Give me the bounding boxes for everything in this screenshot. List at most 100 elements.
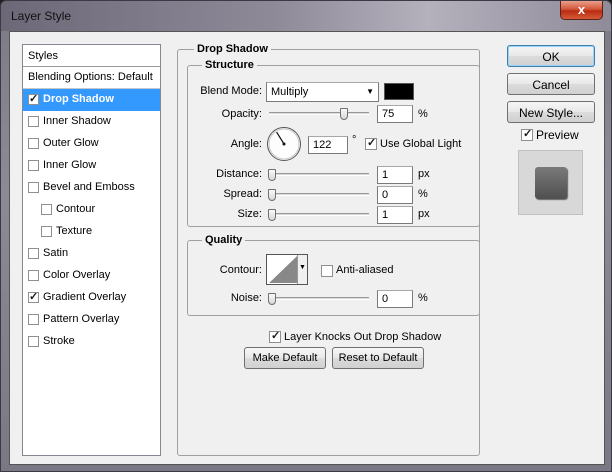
distance-slider-track[interactable] [269,173,369,176]
style-item-inner-glow[interactable]: Inner Glow [23,155,160,177]
style-item-label: Inner Glow [43,159,97,171]
style-item-label: Color Overlay [43,269,111,281]
size-field[interactable]: 1 [377,206,413,224]
styles-header[interactable]: Styles [23,45,160,67]
style-item-checkbox[interactable] [28,314,39,325]
anti-aliased-checkbox[interactable] [321,265,333,277]
make-default-button[interactable]: Make Default [244,347,326,369]
structure-title: Structure [202,59,257,71]
preview-label[interactable]: Preview [536,128,579,142]
style-item-checkbox[interactable] [41,226,52,237]
style-item-texture[interactable]: Texture [23,221,160,243]
style-item-checkbox[interactable] [28,92,39,105]
style-item-label: Pattern Overlay [43,313,120,325]
blend-mode-label: Blend Mode: [200,85,262,97]
style-item-stroke[interactable]: Stroke [23,331,160,353]
noise-unit: % [418,292,428,304]
distance-field[interactable]: 1 [377,166,413,184]
opacity-unit: % [418,108,428,120]
size-slider-thumb[interactable] [268,209,276,221]
contour-dropdown-icon[interactable]: ▼ [297,255,307,284]
preview-checkbox[interactable] [521,127,533,141]
distance-slider-thumb[interactable] [268,169,276,181]
styles-list: Styles Blending Options: Default Drop Sh… [22,44,161,456]
window-title: Layer Style [11,9,72,23]
style-item-label: Satin [43,247,69,259]
blend-mode-select[interactable]: Multiply ▼ [266,82,379,102]
preview-swatch-frame [518,150,583,215]
style-item-contour[interactable]: Contour [23,199,160,221]
spread-slider-thumb[interactable] [268,189,276,201]
blending-options-item[interactable]: Blending Options: Default [23,67,160,89]
noise-label: Noise: [230,292,262,304]
anti-aliased-label[interactable]: Anti-aliased [336,264,393,276]
style-item-checkbox[interactable] [41,204,52,215]
style-item-label: Stroke [43,335,75,347]
style-item-drop-shadow[interactable]: Drop Shadow [23,89,160,111]
spread-slider-track[interactable] [269,193,369,196]
reset-default-button[interactable]: Reset to Default [332,347,424,369]
angle-dial[interactable] [266,126,302,162]
spread-unit: % [418,188,428,200]
contour-preview-icon [269,256,297,283]
global-light-label[interactable]: Use Global Light [380,138,461,150]
style-item-checkbox[interactable] [28,336,39,347]
spread-label: Spread: [223,188,262,200]
angle-unit: ° [352,134,357,146]
noise-field[interactable]: 0 [377,290,413,308]
title-bar[interactable]: Layer Style x [1,1,611,31]
style-item-label: Contour [56,203,96,215]
opacity-label: Opacity: [221,108,262,120]
global-light-checkbox[interactable] [365,136,377,150]
style-item-outer-glow[interactable]: Outer Glow [23,133,160,155]
preview-swatch [535,167,567,199]
style-item-checkbox[interactable] [28,248,39,259]
contour-picker[interactable]: ▼ [266,254,308,285]
style-item-pattern-overlay[interactable]: Pattern Overlay [23,309,160,331]
ok-button[interactable]: OK [507,45,595,67]
knockout-checkbox[interactable] [269,329,281,343]
style-item-bevel-and-emboss[interactable]: Bevel and Emboss [23,177,160,199]
shadow-color-swatch[interactable] [384,83,414,100]
chevron-down-icon: ▼ [366,87,374,96]
noise-slider-thumb[interactable] [268,293,276,305]
angle-label: Angle: [230,138,262,150]
style-item-label: Outer Glow [43,137,99,149]
new-style-button[interactable]: New Style... [507,101,595,123]
opacity-slider-track[interactable] [269,112,369,115]
angle-field[interactable]: 122 [308,136,348,154]
blending-options-label: Blending Options: Default [28,71,153,83]
style-item-color-overlay[interactable]: Color Overlay [23,265,160,287]
style-item-inner-shadow[interactable]: Inner Shadow [23,111,160,133]
quality-title: Quality [202,234,246,246]
style-item-checkbox[interactable] [28,160,39,171]
spread-field[interactable]: 0 [377,186,413,204]
style-item-checkbox[interactable] [28,116,39,127]
cancel-button[interactable]: Cancel [507,73,595,95]
structure-group: Structure Blend Mode: Multiply ▼ Opacity… [187,59,480,227]
style-item-label: Inner Shadow [43,115,111,127]
noise-slider-track[interactable] [269,297,369,300]
close-icon: x [577,2,586,17]
style-item-label: Texture [56,225,93,237]
close-button[interactable]: x [560,1,603,20]
drop-shadow-title: Drop Shadow [194,43,271,55]
quality-group: Quality Contour: ▼ Anti-aliased Noise: 0… [187,234,480,316]
size-slider-track[interactable] [269,213,369,216]
size-label: Size: [237,208,262,220]
distance-label: Distance: [216,168,262,180]
opacity-field[interactable]: 75 [377,105,413,123]
style-item-checkbox[interactable] [28,138,39,149]
size-unit: px [418,208,430,220]
opacity-slider-thumb[interactable] [340,108,348,120]
style-item-gradient-overlay[interactable]: Gradient Overlay [23,287,160,309]
blend-mode-value: Multiply [271,86,309,98]
contour-label: Contour: [219,264,262,276]
style-item-checkbox[interactable] [28,182,39,193]
style-item-checkbox[interactable] [28,290,39,303]
knockout-label[interactable]: Layer Knocks Out Drop Shadow [284,331,441,343]
style-item-satin[interactable]: Satin [23,243,160,265]
style-item-checkbox[interactable] [28,270,39,281]
style-item-label: Drop Shadow [43,93,114,105]
drop-shadow-group: Drop Shadow Structure Blend Mode: Multip… [177,43,480,456]
